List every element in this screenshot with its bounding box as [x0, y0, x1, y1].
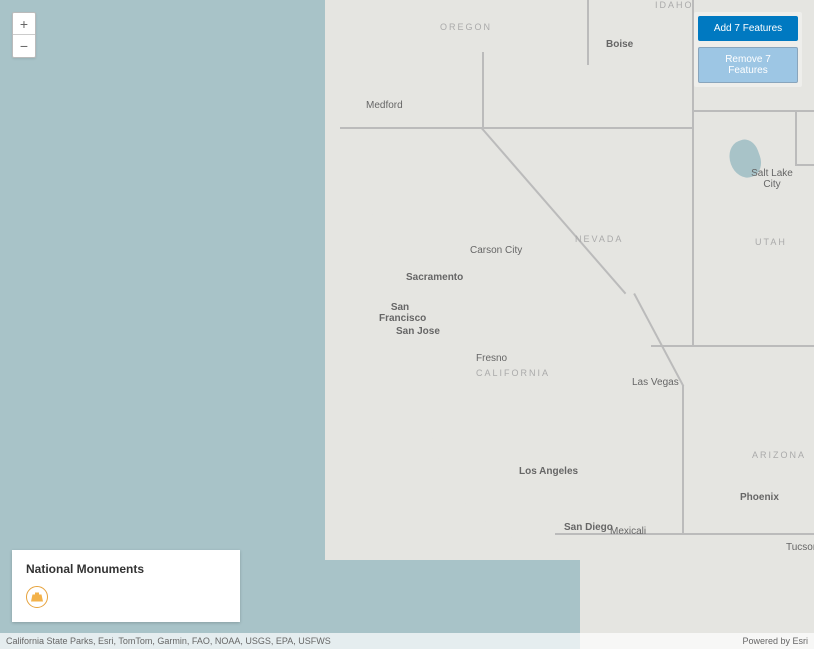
zoom-out-button[interactable]: − — [13, 35, 35, 57]
city-label-boise: Boise — [606, 39, 633, 50]
city-label-fresno: Fresno — [476, 353, 507, 364]
city-label-carson: Carson City — [470, 245, 522, 256]
state-label-oregon: OREGON — [440, 22, 492, 32]
state-label-utah: UTAH — [755, 237, 787, 247]
city-label-phoenix: Phoenix — [740, 492, 779, 503]
legend-panel: National Monuments — [12, 550, 240, 622]
state-label-nevada: NEVADA — [575, 234, 623, 244]
city-label-sf: San Francisco — [379, 302, 421, 324]
state-label-california: CALIFORNIA — [476, 368, 550, 378]
city-label-slc: Salt Lake City — [747, 168, 797, 190]
zoom-in-button[interactable]: + — [13, 13, 35, 35]
state-label-arizona: ARIZONA — [752, 450, 806, 460]
attribution-sources: California State Parks, Esri, TomTom, Ga… — [6, 636, 331, 646]
city-label-sj: San Jose — [396, 326, 440, 337]
legend-title: National Monuments — [26, 562, 226, 576]
state-label-idaho: IDAHO — [655, 0, 694, 10]
action-panel: Add 7 Features Remove 7 Features — [694, 12, 802, 87]
city-label-tucson: Tucson — [786, 542, 814, 553]
attribution-bar: California State Parks, Esri, TomTom, Ga… — [0, 633, 814, 649]
remove-features-button[interactable]: Remove 7 Features — [698, 47, 798, 83]
city-label-medford: Medford — [366, 100, 403, 111]
monument-icon — [26, 586, 48, 608]
city-label-la: Los Angeles — [519, 466, 578, 477]
zoom-controls: + − — [12, 12, 36, 58]
city-label-vegas: Las Vegas — [632, 377, 679, 388]
attribution-powered-by[interactable]: Powered by Esri — [742, 636, 808, 646]
city-label-sd: San Diego — [564, 522, 613, 533]
add-features-button[interactable]: Add 7 Features — [698, 16, 798, 41]
city-label-sacramento: Sacramento — [406, 272, 463, 283]
city-label-mexicali: Mexicali — [610, 526, 646, 537]
